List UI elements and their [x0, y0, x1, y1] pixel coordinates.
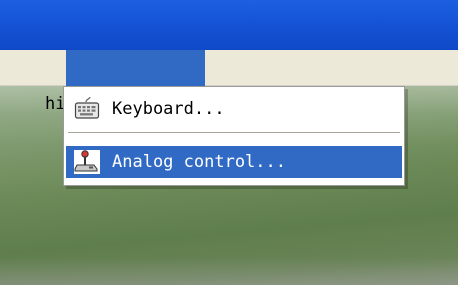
window-titlebar [0, 0, 465, 50]
menu-help[interactable]: Help [299, 50, 397, 114]
window-right-edge [458, 0, 465, 285]
menu-bar: hics Controls Language Help [0, 50, 465, 114]
menu-item-keyboard[interactable]: Keyboard... [66, 93, 402, 125]
menu-item-keyboard-label: Keyboard... [112, 99, 225, 119]
menu-item-analog-control-label: Analog control... [112, 152, 286, 172]
keyboard-icon [74, 97, 100, 119]
controls-dropdown-menu: Keyboard... Analog control... [63, 86, 405, 186]
joystick-icon [74, 150, 100, 174]
menu-item-analog-control[interactable]: Analog control... [66, 146, 402, 178]
menu-separator [68, 132, 400, 133]
